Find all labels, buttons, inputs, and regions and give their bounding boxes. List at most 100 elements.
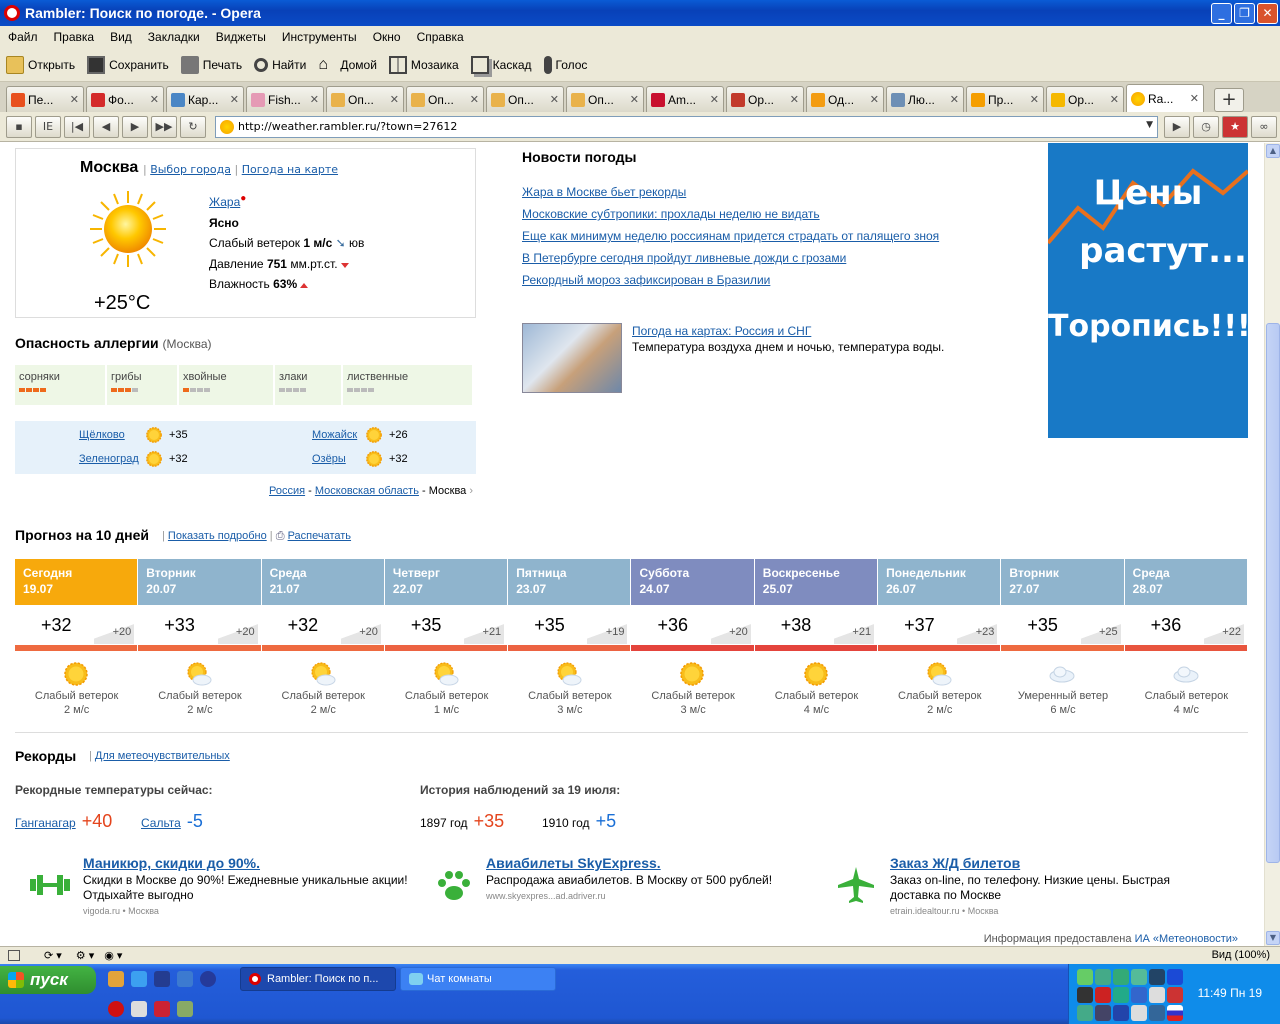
weather-map-thumbnail[interactable] (522, 323, 622, 393)
tab-3[interactable]: Fish... ✕ (246, 86, 324, 112)
tray-icon[interactable] (1131, 1005, 1147, 1021)
print-button[interactable]: Печать (180, 55, 242, 74)
quicklaunch-icon[interactable] (154, 971, 170, 987)
tab-close-icon[interactable]: ✕ (390, 93, 399, 106)
fast-forward-button[interactable]: ▶▶ (151, 115, 177, 138)
tab-8[interactable]: Am... ✕ (646, 86, 724, 112)
forecast-day[interactable]: Воскресенье 25.07 +38 +21 Слабый ветерок 4 м/… (754, 559, 879, 729)
find-button[interactable]: Найти (254, 57, 306, 72)
ad-title-link[interactable]: Авиабилеты SkyExpress. (486, 855, 661, 871)
tray-icon[interactable] (1131, 969, 1147, 985)
close-button[interactable]: ✕ (1257, 2, 1278, 24)
ad-title-link[interactable]: Заказ Ж/Д билетов (890, 855, 1020, 871)
tray-icon[interactable] (1077, 969, 1093, 985)
menu-view[interactable]: Вид (102, 30, 140, 44)
tray-icon[interactable] (1167, 987, 1183, 1003)
quicklaunch-icon[interactable] (177, 971, 193, 987)
news-link[interactable]: Московские субтропики: прохлады неделю н… (522, 203, 939, 225)
minimize-button[interactable]: _ (1211, 2, 1232, 24)
tab-close-icon[interactable]: ✕ (70, 93, 79, 106)
weather-map-link[interactable]: Погода на картах: Россия и СНГ (632, 324, 811, 338)
forecast-day[interactable]: Среда 21.07 +32 +20 Слабый ветерок 2 м/с (261, 559, 385, 729)
tab-close-icon[interactable]: ✕ (150, 93, 159, 106)
tab-13[interactable]: Ор... ✕ (1046, 86, 1124, 112)
back-button[interactable]: ◀ (93, 115, 119, 138)
tab-close-icon[interactable]: ✕ (550, 93, 559, 106)
taskbar-item-opera[interactable]: Rambler: Поиск по п... (240, 967, 396, 991)
tab-6[interactable]: Оп... ✕ (486, 86, 564, 112)
new-tab-button[interactable]: + (1214, 88, 1244, 112)
choose-city-link[interactable]: Выбор города (150, 163, 231, 176)
news-link[interactable]: Рекордный мороз зафиксирован в Бразилии (522, 269, 939, 291)
tray-icon[interactable] (1077, 1005, 1093, 1021)
tab-close-icon[interactable]: ✕ (310, 93, 319, 106)
network-icon[interactable] (1095, 1005, 1111, 1021)
tab-close-icon[interactable]: ✕ (790, 93, 799, 106)
taskbar-item-chat[interactable]: Чат комнаты (400, 967, 556, 991)
vertical-scrollbar[interactable]: ▲ ▼ (1264, 143, 1280, 946)
mosaic-button[interactable]: Мозаика (388, 55, 459, 74)
menu-tools[interactable]: Инструменты (274, 30, 365, 44)
tray-icon[interactable] (1149, 969, 1165, 985)
quicklaunch-icon[interactable] (131, 1001, 147, 1017)
quicklaunch-icon[interactable] (177, 1001, 193, 1017)
news-link[interactable]: Жара в Москве бьет рекорды (522, 181, 939, 203)
weather-map-link[interactable]: Погода на карте (242, 163, 338, 176)
news-link[interactable]: В Петербурге сегодня пройдут ливневые до… (522, 247, 939, 269)
tab-9[interactable]: Ор... ✕ (726, 86, 804, 112)
forecast-day[interactable]: Сегодня 19.07 +32 +20 Слабый ветерок 2 м/с (15, 559, 139, 729)
quicklaunch-icon[interactable] (108, 971, 124, 987)
voice-button[interactable]: Голос (543, 55, 587, 74)
news-link[interactable]: Еще как минимум неделю россиянам придетс… (522, 225, 939, 247)
tab-2[interactable]: Кар... ✕ (166, 86, 244, 112)
rewind-button[interactable]: |◀ (64, 115, 90, 138)
reload-button[interactable]: ↻ (180, 115, 206, 138)
tab-12[interactable]: Пр... ✕ (966, 86, 1044, 112)
meteosensitive-link[interactable]: Для метеочувствительных (95, 750, 230, 762)
tray-icon[interactable] (1149, 1005, 1165, 1021)
menu-widgets[interactable]: Виджеты (208, 30, 274, 44)
zoom-level[interactable]: Вид (100%) (1212, 949, 1270, 961)
quicklaunch-icon[interactable] (154, 1001, 170, 1017)
tab-0[interactable]: Пе... ✕ (6, 86, 84, 112)
save-button[interactable]: Сохранить (87, 55, 169, 74)
menu-help[interactable]: Справка (409, 30, 472, 44)
forward-button[interactable]: ▶ (122, 115, 148, 138)
ad-banner[interactable]: Цены растут... Торопись!!! (1048, 143, 1248, 438)
address-input[interactable]: http://weather.rambler.ru/?town=27612 ▼ (215, 115, 1158, 138)
tray-icon[interactable] (1149, 987, 1165, 1003)
scroll-up-icon[interactable]: ▲ (1266, 144, 1280, 158)
tab-5[interactable]: Оп... ✕ (406, 86, 484, 112)
tab-close-icon[interactable]: ✕ (1190, 92, 1199, 105)
tab-7[interactable]: Оп... ✕ (566, 86, 644, 112)
history-button[interactable]: ◷ (1193, 115, 1219, 138)
breadcrumb-region[interactable]: Московская область (315, 485, 419, 497)
tab-close-icon[interactable]: ✕ (470, 93, 479, 106)
open-button[interactable]: Открыть (6, 55, 75, 74)
forecast-day[interactable]: Среда 28.07 +36 +22 Слабый ветерок 4 м/с (1124, 559, 1248, 729)
tab-10[interactable]: Од... ✕ (806, 86, 884, 112)
tab-close-icon[interactable]: ✕ (1110, 93, 1119, 106)
chevron-down-icon[interactable]: ▼ (1146, 120, 1153, 130)
tab-14-active[interactable]: Ra... ✕ (1126, 84, 1204, 112)
tray-icon[interactable] (1167, 969, 1183, 985)
volume-icon[interactable] (1077, 987, 1093, 1003)
tray-icon[interactable] (1113, 987, 1129, 1003)
forecast-day[interactable]: Вторник 27.07 +35 +25 Умеренный ветер 6 м/с (1001, 559, 1125, 729)
forecast-day[interactable]: Пятница 23.07 +35 +19 Слабый ветерок 3 м/с (508, 559, 632, 729)
forecast-day[interactable]: Вторник 20.07 +33 +20 Слабый ветерок 2 м/с (138, 559, 262, 729)
print-link[interactable]: Распечатать (288, 530, 351, 542)
tray-icon[interactable] (1113, 969, 1129, 985)
scrollbar-thumb[interactable] (1266, 323, 1280, 863)
forecast-day[interactable]: Понедельник 26.07 +37 +23 Слабый ветерок 2 м/… (878, 559, 1002, 729)
breadcrumb-russia[interactable]: Россия (269, 485, 305, 497)
menu-file[interactable]: Файл (0, 30, 46, 44)
home-button[interactable]: ⌂ Домой (318, 56, 377, 74)
tab-4[interactable]: Оп... ✕ (326, 86, 404, 112)
menu-bookmarks[interactable]: Закладки (140, 30, 208, 44)
sync-icon[interactable]: ⟳ ▾ (44, 949, 62, 962)
tray-icon[interactable] (1095, 987, 1111, 1003)
unite-icon[interactable]: ⚙ ▾ (76, 949, 94, 962)
menu-edit[interactable]: Правка (46, 30, 103, 44)
heat-warning-link[interactable]: Жара (209, 195, 240, 209)
